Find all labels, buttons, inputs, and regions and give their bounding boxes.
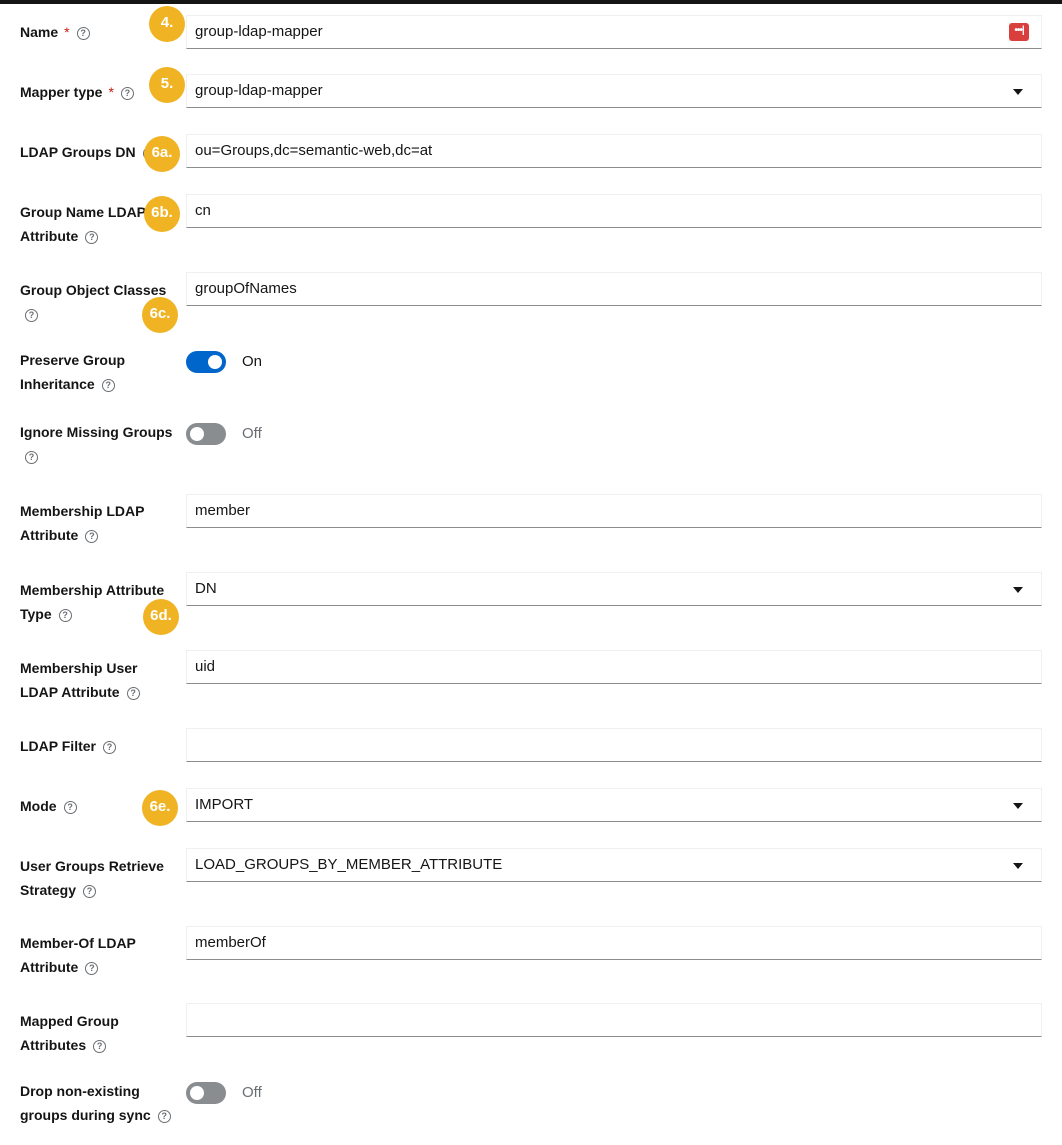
toggle-knob (190, 1086, 204, 1100)
help-icon[interactable]: ? (101, 379, 115, 392)
help-icon[interactable]: ? (120, 87, 134, 100)
required-marker: * (108, 84, 114, 100)
step-badge: 6c. (142, 297, 178, 333)
ignore-missing-groups-toggle[interactable] (186, 423, 226, 445)
help-icon[interactable]: ? (85, 962, 99, 975)
ldap-filter-label: LDAP Filter? (20, 734, 180, 758)
group-object-classes-input[interactable]: groupOfNames (186, 272, 1042, 306)
toggle-knob (190, 427, 204, 441)
help-icon[interactable]: ? (25, 451, 38, 464)
membership-ldap-attribute-input[interactable]: member (186, 494, 1042, 528)
group-name-ldap-attribute-input[interactable]: cn (186, 194, 1042, 228)
mapped-group-attributes-label: Mapped Group Attributes? (20, 1013, 119, 1053)
required-marker: * (64, 24, 70, 40)
membership-user-ldap-attribute-label: Membership User LDAP Attribute? (20, 656, 180, 704)
step-badge: 6e. (142, 790, 178, 826)
help-icon[interactable]: ? (85, 231, 99, 244)
help-icon[interactable]: ? (58, 609, 72, 622)
step-badge: 5. (149, 67, 185, 103)
toggle-knob (208, 355, 222, 369)
ldap-filter-input[interactable] (186, 728, 1042, 762)
help-icon[interactable]: ? (93, 1040, 107, 1053)
mode-select[interactable]: IMPORT (186, 788, 1042, 822)
toggle-state-label: On (242, 353, 263, 370)
membership-ldap-attribute-label: Membership LDAP Attribute? (20, 503, 145, 543)
member-of-ldap-attribute-label: Member-Of LDAP Attribute? (20, 935, 136, 975)
help-icon[interactable]: ? (102, 741, 116, 754)
drop-non-existing-groups-label: Drop non-existing groups during sync? (20, 1079, 180, 1127)
ldap-groups-dn-input[interactable]: ou=Groups,dc=semantic-web,dc=at (186, 134, 1042, 168)
membership-user-ldap-attribute-input[interactable]: uid (186, 650, 1042, 684)
help-icon[interactable]: ? (126, 687, 140, 700)
password-manager-icon[interactable]: •••| (1009, 23, 1029, 41)
step-badge: 6d. (143, 599, 179, 635)
name-input[interactable]: group-ldap-mapper •••| (186, 15, 1042, 49)
help-icon[interactable]: ? (63, 801, 77, 814)
preserve-group-inheritance-label: Preserve Group Inheritance? (20, 352, 126, 392)
member-of-ldap-attribute-input[interactable]: memberOf (186, 926, 1042, 960)
step-badge: 6b. (144, 196, 180, 232)
caret-down-icon (1013, 863, 1023, 869)
ignore-missing-groups-label: Ignore Missing Groups? (20, 424, 173, 464)
help-icon[interactable]: ? (83, 885, 97, 898)
help-icon[interactable]: ? (157, 1110, 171, 1123)
caret-down-icon (1013, 587, 1023, 593)
user-groups-retrieve-strategy-select[interactable]: LOAD_GROUPS_BY_MEMBER_ATTRIBUTE (186, 848, 1042, 882)
toggle-state-label: Off (242, 1084, 262, 1101)
help-icon[interactable]: ? (25, 309, 38, 322)
toggle-state-label: Off (242, 425, 262, 442)
user-groups-retrieve-strategy-label: User Groups Retrieve Strategy? (20, 858, 164, 898)
step-badge: 6a. (144, 136, 180, 172)
mapper-type-select[interactable]: group-ldap-mapper (186, 74, 1042, 108)
membership-attribute-type-select[interactable]: DN (186, 572, 1042, 606)
mapped-group-attributes-input[interactable] (186, 1003, 1042, 1037)
caret-down-icon (1013, 89, 1023, 95)
top-bar (0, 0, 1062, 4)
help-icon[interactable]: ? (76, 27, 90, 40)
help-icon[interactable]: ? (85, 530, 99, 543)
step-badge: 4. (149, 6, 185, 42)
drop-non-existing-groups-toggle[interactable] (186, 1082, 226, 1104)
caret-down-icon (1013, 803, 1023, 809)
preserve-group-inheritance-toggle[interactable] (186, 351, 226, 373)
